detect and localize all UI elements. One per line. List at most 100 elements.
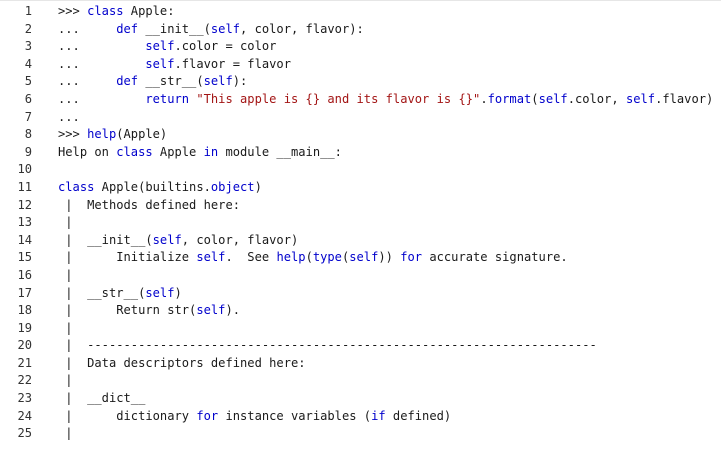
line-number: 15 [17, 250, 32, 265]
keyword-token: self [196, 250, 226, 265]
code-line[interactable]: 25 | [0, 425, 721, 443]
code-token: . [480, 91, 488, 106]
code-line[interactable]: 9 Help on class Apple in module __main__: [0, 144, 721, 162]
code-line[interactable]: 1 >>> class Apple: [0, 3, 721, 21]
code-token: | [58, 426, 73, 441]
code-line[interactable]: 20 | -----------------------------------… [0, 337, 721, 355]
keyword-token: if [371, 408, 386, 423]
code-text: | __dict__ [58, 390, 145, 408]
code-token: ): [232, 74, 248, 89]
code-token: ... [58, 109, 80, 124]
code-line[interactable]: 19 | [0, 320, 721, 338]
code-line[interactable]: 8 >>> help(Apple) [0, 126, 721, 144]
code-text: ... self.flavor = flavor [58, 56, 291, 74]
code-line[interactable]: 2... def __init__(self, color, flavor): [0, 21, 721, 39]
code-view[interactable]: 1 >>> class Apple: 2... def __init__(self,… [0, 0, 721, 451]
line-number: 20 [17, 338, 32, 353]
code-token: | Methods defined here: [58, 197, 241, 212]
code-token: ( [531, 91, 539, 106]
code-token: ). [225, 303, 241, 318]
code-text: | Methods defined here: [58, 197, 240, 215]
code-token: ) [254, 179, 262, 194]
code-token: instance variables ( [218, 408, 372, 423]
code-line[interactable]: 13 | [0, 214, 721, 232]
code-token: | __dict__ [58, 391, 146, 406]
code-line[interactable]: 3 ... self.color = color [0, 38, 721, 56]
keyword-token: object [210, 179, 255, 194]
code-line[interactable]: 12 | Methods defined here: [0, 197, 721, 215]
code-token: Apple [152, 144, 204, 159]
line-number: 21 [17, 355, 32, 370]
keyword-token: self [145, 56, 175, 71]
code-line[interactable]: 14 | __init__(self, color, flavor) [0, 232, 721, 250]
code-line[interactable]: 11 class Apple(builtins.object) [0, 179, 721, 197]
code-line[interactable]: 22 | [0, 372, 721, 390]
line-number: 18 [17, 303, 32, 318]
code-text: | [58, 372, 72, 390]
line-number: 3 [24, 39, 32, 54]
code-token: | [58, 267, 73, 282]
code-text: ... return "This apple is {} and its fla… [58, 91, 713, 109]
code-token: (Apple) [116, 127, 168, 142]
line-number: 23 [17, 391, 32, 406]
string-token: "This apple is {} and its flavor is {}" [196, 91, 481, 106]
code-text: | dictionary for instance variables (if … [58, 408, 451, 426]
code-token: ... [58, 74, 117, 89]
code-line[interactable]: 16 | [0, 267, 721, 285]
code-token: ( [305, 250, 313, 265]
keyword-token: self [196, 303, 226, 318]
keyword-token: self [349, 250, 379, 265]
line-number: 8 [24, 127, 32, 142]
keyword-token: self [538, 91, 568, 106]
code-token: >>> [58, 4, 88, 18]
keyword-token: in [203, 144, 219, 159]
code-token: , color, flavor) [181, 232, 299, 247]
code-token: __str__( [138, 74, 204, 89]
code-line[interactable]: 23 | __dict__ [0, 390, 721, 408]
keyword-token: class [58, 179, 95, 194]
code-line[interactable]: 15 | Initialize self. See help(type(self… [0, 249, 721, 267]
code-text: ... def __str__(self): [58, 73, 247, 91]
line-number: 7 [24, 109, 32, 124]
line-number: 24 [17, 408, 32, 423]
keyword-token: self [210, 21, 241, 36]
line-number: 5 [24, 74, 32, 89]
code-token: __init__( [138, 21, 211, 36]
code-line[interactable]: 24 | dictionary for instance variables (… [0, 408, 721, 426]
code-line[interactable]: 4... self.flavor = flavor [0, 56, 721, 74]
line-number: 12 [17, 197, 32, 212]
code-line[interactable]: 17 | __str__(self) [0, 285, 721, 303]
code-line[interactable]: 21 | Data descriptors defined here: [0, 355, 721, 373]
code-line[interactable]: 7... [0, 109, 721, 127]
keyword-token: self [625, 91, 656, 106]
code-text: Help on class Apple in module __main__: [58, 144, 342, 162]
keyword-token: format [487, 91, 532, 106]
code-token: | [58, 320, 73, 335]
code-text: >>> help(Apple) [58, 126, 167, 144]
code-token: .color, [567, 91, 626, 106]
code-token: .flavor = flavor [174, 56, 292, 71]
keyword-token: help [87, 127, 117, 142]
code-token: defined) [385, 408, 452, 423]
code-token: ... [58, 21, 117, 36]
code-token: Apple(builtins. [94, 179, 211, 194]
code-token: | __str__( [58, 285, 146, 300]
code-text: ... [58, 109, 80, 127]
code-text: ... self.color = color [58, 38, 276, 56]
line-number: 13 [17, 215, 32, 230]
code-line[interactable]: 6... return "This apple is {} and its fl… [0, 91, 721, 109]
code-token: | [58, 215, 73, 230]
line-number: 25 [17, 426, 32, 441]
code-token: ) [174, 285, 182, 300]
code-token: | Data descriptors defined here: [58, 355, 306, 370]
code-line[interactable]: 5 ... def __str__(self): [0, 73, 721, 91]
code-text: | __str__(self) [58, 285, 182, 303]
code-line[interactable]: 18 | Return str(self). [0, 302, 721, 320]
code-line[interactable]: 10 [0, 161, 721, 179]
keyword-token: for [196, 408, 219, 423]
code-text: | Initialize self. See help(type(self)) … [58, 249, 567, 267]
keyword-token: class [87, 4, 124, 18]
line-number: 22 [17, 373, 32, 388]
code-text: class Apple(builtins.object) [58, 179, 262, 197]
code-token: .color = color [174, 39, 277, 54]
